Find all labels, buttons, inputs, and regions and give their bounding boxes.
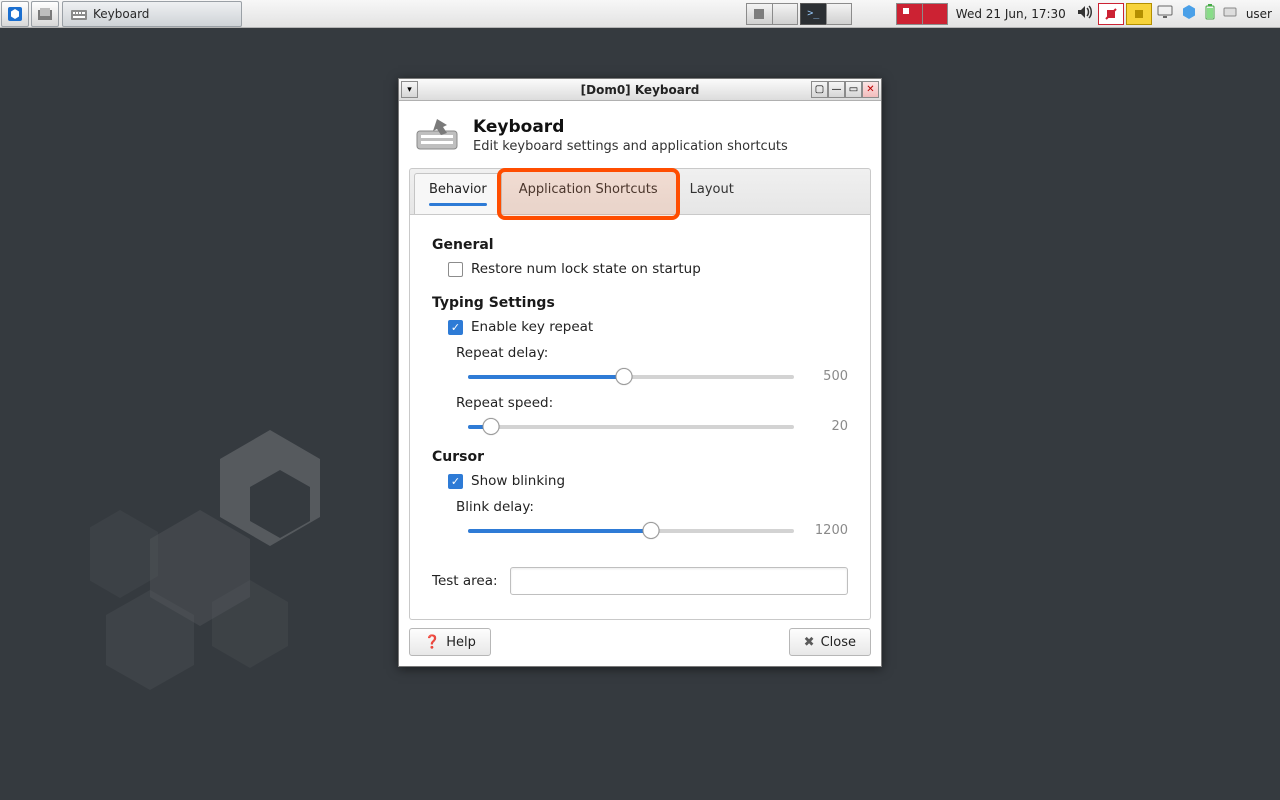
keyboard-settings-window: ▾ [Dom0] Keyboard ▢ — ▭ ✕ Keyboard Edit … [398, 78, 882, 667]
window-menu-icon[interactable]: ▾ [401, 81, 418, 98]
tab-application-shortcuts[interactable]: Application Shortcuts [504, 173, 673, 214]
tray-network-icon[interactable] [1098, 3, 1124, 25]
close-icon: ✖ [804, 635, 815, 650]
repeat-speed-value: 20 [808, 419, 848, 434]
enable-repeat-label: Enable key repeat [471, 319, 593, 335]
test-area-input[interactable] [510, 567, 848, 595]
tray-workspace-1[interactable] [896, 3, 922, 25]
enable-repeat-checkbox[interactable] [448, 320, 463, 335]
restore-numlock-checkbox[interactable] [448, 262, 463, 277]
taskbar-task-keyboard[interactable]: Keyboard [62, 1, 242, 27]
tab-bar: Behavior Application Shortcuts Layout [409, 168, 871, 215]
tray-workspace-2[interactable] [922, 3, 948, 25]
tray-icon-2[interactable] [772, 3, 798, 25]
section-general: General [432, 237, 848, 253]
close-button[interactable]: ✖ Close [789, 628, 871, 656]
tray-icon-blank[interactable] [826, 3, 852, 25]
keyboard-icon [71, 8, 87, 20]
tab-behavior[interactable]: Behavior [414, 173, 502, 214]
test-area-label: Test area: [432, 573, 498, 589]
tray-user[interactable]: user [1242, 7, 1276, 21]
repeat-delay-value: 500 [808, 369, 848, 384]
window-minimize-button[interactable]: — [828, 81, 845, 98]
start-menu-button[interactable] [1, 1, 29, 27]
tray-volume-icon[interactable] [1074, 5, 1096, 22]
blink-delay-label: Blink delay: [456, 499, 848, 515]
repeat-delay-slider[interactable] [468, 367, 794, 385]
desktop-logo [90, 420, 350, 720]
window-maximize-button[interactable]: ▭ [845, 81, 862, 98]
tray-clock[interactable]: Wed 21 Jun, 17:30 [950, 7, 1072, 21]
header-subtitle: Edit keyboard settings and application s… [473, 139, 788, 154]
window-close-button[interactable]: ✕ [862, 81, 879, 98]
window-shade-button[interactable]: ▢ [811, 81, 828, 98]
taskbar-task-label: Keyboard [93, 7, 149, 21]
show-blinking-label: Show blinking [471, 473, 565, 489]
tab-layout[interactable]: Layout [675, 173, 749, 214]
section-typing: Typing Settings [432, 295, 848, 311]
blink-delay-value: 1200 [808, 523, 848, 538]
blink-delay-slider[interactable] [468, 521, 794, 539]
window-titlebar[interactable]: ▾ [Dom0] Keyboard ▢ — ▭ ✕ [399, 79, 881, 101]
section-cursor: Cursor [432, 449, 848, 465]
taskbar: Keyboard >_ Wed 21 Jun, 17:30 user [0, 0, 1280, 28]
help-icon: ❓ [424, 635, 440, 650]
tray-battery-icon[interactable] [1202, 4, 1218, 23]
show-desktop-button[interactable] [31, 1, 59, 27]
tray-updates-icon[interactable] [1126, 3, 1152, 25]
keyboard-header-icon [415, 117, 459, 153]
tab-panel-behavior: General Restore num lock state on startu… [409, 215, 871, 620]
repeat-speed-label: Repeat speed: [456, 395, 848, 411]
show-blinking-checkbox[interactable] [448, 474, 463, 489]
tray-display-icon[interactable] [1154, 5, 1176, 22]
window-title: [Dom0] Keyboard [581, 83, 700, 97]
tray-qubes-icon[interactable] [1178, 4, 1200, 23]
tray-terminal-icon[interactable]: >_ [800, 3, 826, 25]
tray-icon-1[interactable] [746, 3, 772, 25]
repeat-speed-slider[interactable] [468, 417, 794, 435]
system-tray: >_ Wed 21 Jun, 17:30 user [746, 0, 1280, 28]
header-title: Keyboard [473, 117, 788, 137]
restore-numlock-label: Restore num lock state on startup [471, 261, 701, 277]
repeat-delay-label: Repeat delay: [456, 345, 848, 361]
tray-drive-icon[interactable] [1220, 5, 1240, 22]
help-button[interactable]: ❓ Help [409, 628, 491, 656]
